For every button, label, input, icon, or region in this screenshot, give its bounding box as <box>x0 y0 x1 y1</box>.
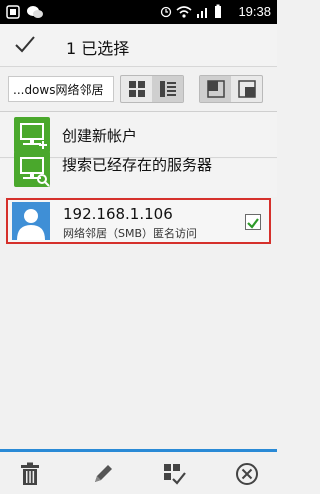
detail-list-icon <box>159 81 176 97</box>
action-bar: 1 已选择 <box>0 24 277 67</box>
select-checkbox[interactable] <box>245 214 261 230</box>
server-item-selected[interactable]: 192.168.1.106 网络邻居（SMB）匿名访问 <box>6 198 271 244</box>
server-description: 网络邻居（SMB）匿名访问 <box>63 227 198 240</box>
wechat-icon <box>27 6 43 18</box>
signal-icon <box>197 8 207 18</box>
path-toolbar: ...dows网络邻居 <box>0 67 277 112</box>
selection-count: 1 已选择 <box>66 39 130 58</box>
user-avatar-icon <box>12 202 50 240</box>
select-all-icon <box>164 464 186 485</box>
grid-icon <box>128 81 145 97</box>
delete-button[interactable] <box>16 460 44 488</box>
dual-panel-icon <box>237 80 256 98</box>
select-all-button[interactable] <box>160 460 188 488</box>
battery-icon <box>215 4 221 18</box>
checkmark-icon[interactable] <box>14 34 36 54</box>
network-add-icon <box>14 117 50 153</box>
check-icon <box>247 218 259 229</box>
search-servers-item[interactable]: 搜索已经存在的服务器 <box>0 151 277 197</box>
bottom-action-bar <box>0 449 277 494</box>
create-account-label: 创建新帐户 <box>62 127 138 145</box>
pencil-icon <box>95 465 112 482</box>
wifi-icon <box>176 6 192 18</box>
search-servers-label: 搜索已经存在的服务器 <box>62 156 213 174</box>
dual-panel-button[interactable] <box>231 76 262 102</box>
single-panel-button[interactable] <box>200 76 231 102</box>
alarm-icon <box>160 6 172 18</box>
list-view-button[interactable] <box>152 76 183 102</box>
clock: 19:38 <box>238 4 271 19</box>
path-field[interactable]: ...dows网络邻居 <box>8 76 114 102</box>
network-search-icon <box>14 151 50 187</box>
notification-icon <box>6 5 20 19</box>
cancel-selection-button[interactable] <box>233 460 261 488</box>
trash-icon <box>21 462 39 485</box>
grid-view-button[interactable] <box>121 76 152 102</box>
status-bar: 19:38 <box>0 0 277 24</box>
rename-button[interactable] <box>89 460 117 488</box>
panel-mode-toggle <box>199 75 263 103</box>
server-address: 192.168.1.106 <box>63 205 173 223</box>
view-mode-toggle <box>120 75 184 103</box>
single-panel-icon <box>206 80 225 98</box>
close-circle-icon <box>236 463 258 485</box>
